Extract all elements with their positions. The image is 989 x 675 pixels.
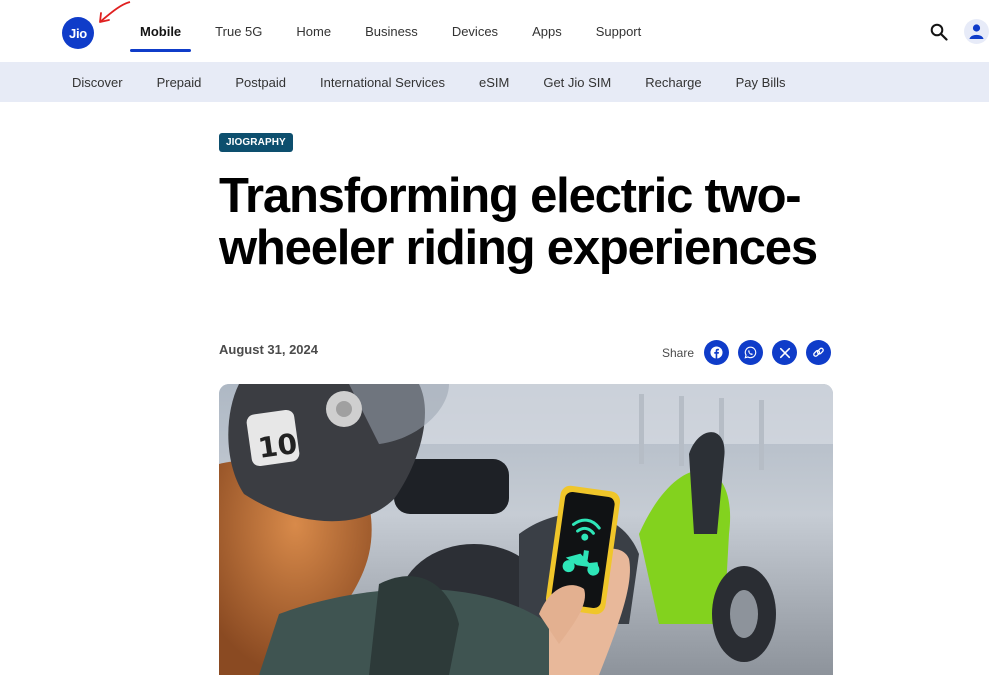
publish-date: August 31, 2024 [219, 342, 318, 357]
main-nav: Mobile True 5G Home Business Devices App… [129, 0, 675, 62]
article-title: Transforming electric two-wheeler riding… [219, 169, 818, 275]
subnav-pay-bills[interactable]: Pay Bills [736, 75, 786, 90]
red-arrow-annotation [99, 1, 131, 23]
subnav-get-jio-sim[interactable]: Get Jio SIM [543, 75, 611, 90]
nav-support[interactable]: Support [596, 0, 642, 62]
hero-image: 10 [219, 384, 833, 675]
user-icon [969, 24, 984, 39]
x-icon [779, 347, 790, 358]
nav-mobile[interactable]: Mobile [129, 0, 192, 62]
sub-nav: Discover Prepaid Postpaid International … [0, 62, 989, 102]
nav-devices[interactable]: Devices [452, 0, 498, 62]
subnav-international-services[interactable]: International Services [320, 75, 445, 90]
whatsapp-icon [744, 346, 757, 359]
facebook-icon [710, 346, 723, 359]
share-link-button[interactable] [806, 340, 832, 365]
share-bar: Share [662, 340, 832, 365]
nav-true-5g[interactable]: True 5G [215, 0, 262, 62]
share-label: Share [662, 345, 695, 360]
search-icon[interactable] [930, 23, 948, 41]
rider-with-phone-illustration: 10 [219, 384, 833, 675]
share-x-button[interactable] [772, 340, 798, 365]
share-facebook-button[interactable] [704, 340, 730, 365]
svg-text:10: 10 [256, 427, 299, 465]
top-header: Jio Mobile True 5G Home Business Devices… [0, 0, 989, 62]
subnav-discover[interactable]: Discover [72, 75, 123, 90]
subnav-esim[interactable]: eSIM [479, 75, 509, 90]
jio-logo[interactable]: Jio [62, 17, 94, 49]
nav-apps[interactable]: Apps [532, 0, 562, 62]
category-badge[interactable]: JIOGRAPHY [219, 133, 293, 152]
nav-business[interactable]: Business [365, 0, 418, 62]
nav-home[interactable]: Home [296, 0, 331, 62]
link-icon [813, 347, 824, 357]
subnav-recharge[interactable]: Recharge [645, 75, 701, 90]
subnav-prepaid[interactable]: Prepaid [157, 75, 202, 90]
share-whatsapp-button[interactable] [738, 340, 764, 365]
user-avatar[interactable] [964, 19, 989, 44]
subnav-postpaid[interactable]: Postpaid [235, 75, 286, 90]
